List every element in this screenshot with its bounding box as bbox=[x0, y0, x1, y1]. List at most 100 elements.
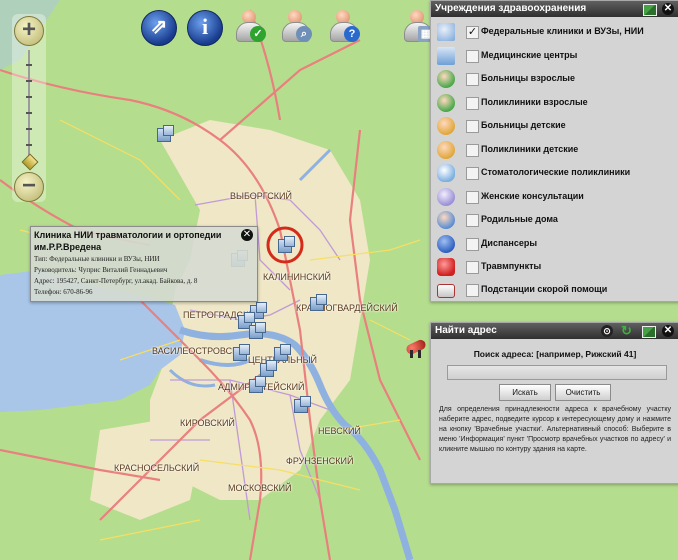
person-help-button[interactable]: ? bbox=[326, 8, 366, 48]
adult-hospital-icon bbox=[437, 70, 455, 88]
zoom-tick bbox=[26, 80, 32, 82]
facility-marker-selected[interactable] bbox=[276, 236, 295, 253]
layer-label: Больницы взрослые bbox=[481, 73, 575, 83]
layer-checkbox[interactable] bbox=[466, 261, 479, 274]
popup-phone: Телефон: 670-86-96 bbox=[34, 288, 93, 296]
layer-checkbox[interactable] bbox=[466, 73, 479, 86]
help-text: Для определения принадлежности адреса к … bbox=[439, 406, 671, 453]
district-label-kirovsky: КИРОВСКИЙ bbox=[180, 418, 235, 428]
district-label-kalininsky: КАЛИНИНСКИЙ bbox=[263, 272, 331, 282]
address-panel-title: Найти адрес bbox=[435, 325, 497, 336]
layer-item-children-hospitals[interactable]: Больницы детские bbox=[431, 115, 678, 138]
zoom-in-button[interactable]: + bbox=[14, 16, 44, 46]
layer-checkbox[interactable] bbox=[466, 238, 479, 251]
layer-item-medical-centers[interactable]: Медицинские центры bbox=[431, 45, 678, 68]
find-button[interactable]: Искать bbox=[499, 384, 551, 401]
layer-checkbox[interactable] bbox=[466, 50, 479, 63]
district-label-krasnoselsky: КРАСНОСЕЛЬСКИЙ bbox=[114, 463, 200, 473]
layer-label: Больницы детские bbox=[481, 120, 566, 130]
facility-marker[interactable] bbox=[155, 125, 174, 142]
resize-icon[interactable] bbox=[642, 326, 656, 338]
layer-checkbox[interactable] bbox=[466, 191, 479, 204]
layer-item-dispensaries[interactable]: Диспансеры bbox=[431, 233, 678, 256]
layer-label: Женские консультации bbox=[481, 191, 584, 201]
resize-icon[interactable] bbox=[643, 4, 657, 16]
layer-checkbox[interactable] bbox=[466, 144, 479, 157]
medical-center-icon bbox=[437, 47, 455, 65]
layer-item-children-polyclinics[interactable]: Поликлиники детские bbox=[431, 139, 678, 162]
popup-type: Тип: Федеральные клиники и ВУЗы, НИИ bbox=[34, 255, 160, 263]
zoom-control: + − bbox=[12, 14, 46, 202]
layer-item-dental[interactable]: Стоматологические поликлиники bbox=[431, 162, 678, 185]
layer-item-federal[interactable]: ✓ Федеральные клиники и ВУЗы, НИИ bbox=[431, 21, 678, 44]
layer-label: Федеральные клиники и ВУЗы, НИИ bbox=[481, 26, 644, 36]
binoculars-icon[interactable]: ⊙ bbox=[601, 325, 613, 337]
person-search-button[interactable]: ⌕ bbox=[278, 8, 318, 48]
layer-checkbox[interactable] bbox=[466, 120, 479, 133]
district-label-vyborgsky: ВЫБОРГСКИЙ bbox=[230, 191, 292, 201]
layers-panel: Учреждения здравоохранения ✕ ✓ Федеральн… bbox=[430, 0, 678, 302]
children-hospital-icon bbox=[437, 117, 455, 135]
layer-item-adult-polyclinics[interactable]: Поликлиники взрослые bbox=[431, 92, 678, 115]
telescope-icon bbox=[404, 338, 428, 358]
facility-marker[interactable] bbox=[258, 360, 277, 377]
layer-item-maternity[interactable]: Родильные дома bbox=[431, 209, 678, 232]
person-check-button[interactable]: ✓ bbox=[232, 8, 272, 48]
zoom-tick bbox=[26, 64, 32, 66]
facility-marker[interactable] bbox=[247, 322, 266, 339]
layers-list: ✓ Федеральные клиники и ВУЗы, НИИ Медици… bbox=[431, 17, 678, 301]
compass-icon: ⇗ bbox=[150, 16, 168, 38]
layer-label: Поликлиники детские bbox=[481, 144, 579, 154]
layer-item-adult-hospitals[interactable]: Больницы взрослые bbox=[431, 68, 678, 91]
federal-clinic-icon bbox=[437, 23, 455, 41]
compass-button[interactable]: ⇗ bbox=[141, 10, 177, 46]
facility-marker[interactable] bbox=[308, 294, 327, 311]
district-label-moskovsky: МОСКОВСКИЙ bbox=[228, 483, 292, 493]
maternity-icon bbox=[437, 211, 455, 229]
zoom-tick bbox=[26, 112, 32, 114]
layer-item-ambulance[interactable]: Подстанции скорой помощи bbox=[431, 279, 678, 302]
zoom-tick bbox=[26, 128, 32, 130]
layer-checkbox[interactable] bbox=[466, 97, 479, 110]
layer-checkbox[interactable] bbox=[466, 214, 479, 227]
close-icon[interactable]: ✕ bbox=[662, 3, 674, 15]
layer-item-womens-clinics[interactable]: Женские консультации bbox=[431, 186, 678, 209]
person-check-icon: ✓ bbox=[250, 26, 266, 42]
popup-close-icon[interactable]: ✕ bbox=[241, 229, 253, 241]
adult-polyclinic-icon bbox=[437, 94, 455, 112]
layer-item-trauma[interactable]: Травмпункты bbox=[431, 256, 678, 279]
address-panel-header: Найти адрес ⊙ ↻ ✕ bbox=[431, 323, 678, 339]
layer-label: Поликлиники взрослые bbox=[481, 97, 588, 107]
address-search-input[interactable] bbox=[447, 365, 667, 380]
layers-panel-header: Учреждения здравоохранения ✕ bbox=[431, 1, 678, 17]
layer-label: Диспансеры bbox=[481, 238, 538, 248]
layer-checkbox[interactable] bbox=[466, 167, 479, 180]
popup-title: Клиника НИИ травматологии и ортопедии им… bbox=[34, 230, 222, 252]
facility-info-popup: Клиника НИИ травматологии и ортопедии им… bbox=[30, 226, 258, 302]
close-icon[interactable]: ✕ bbox=[662, 325, 674, 337]
facility-marker[interactable] bbox=[231, 344, 250, 361]
layer-checkbox-checked[interactable]: ✓ bbox=[466, 26, 479, 39]
zoom-tick bbox=[26, 144, 32, 146]
facility-marker[interactable] bbox=[292, 396, 311, 413]
facility-marker[interactable] bbox=[247, 376, 266, 393]
popup-address: Адрес: 195427, Санкт-Петербург, ул.акад.… bbox=[34, 277, 198, 285]
zoom-slider-track[interactable] bbox=[28, 50, 30, 168]
layers-panel-title: Учреждения здравоохранения bbox=[435, 3, 587, 14]
zoom-tick bbox=[26, 96, 32, 98]
layer-label: Родильные дома bbox=[481, 214, 558, 224]
womens-clinic-icon bbox=[437, 188, 455, 206]
info-button[interactable]: i bbox=[187, 10, 223, 46]
popup-director: Руководитель: Чуприс Виталий Геннадьевич bbox=[34, 266, 168, 274]
zoom-out-button[interactable]: − bbox=[14, 172, 44, 202]
dental-icon bbox=[437, 164, 455, 182]
person-help-icon: ? bbox=[344, 26, 360, 42]
layer-checkbox[interactable] bbox=[466, 284, 479, 297]
clear-button[interactable]: Очистить bbox=[555, 384, 611, 401]
district-label-nevsky: НЕВСКИЙ bbox=[318, 426, 361, 436]
district-label-frunzensky: ФРУНЗЕНСКИЙ bbox=[286, 456, 354, 466]
refresh-icon[interactable]: ↻ bbox=[621, 324, 632, 338]
zoom-slider-thumb[interactable] bbox=[21, 153, 39, 171]
layer-label: Стоматологические поликлиники bbox=[481, 167, 631, 177]
facility-marker[interactable] bbox=[272, 344, 291, 361]
